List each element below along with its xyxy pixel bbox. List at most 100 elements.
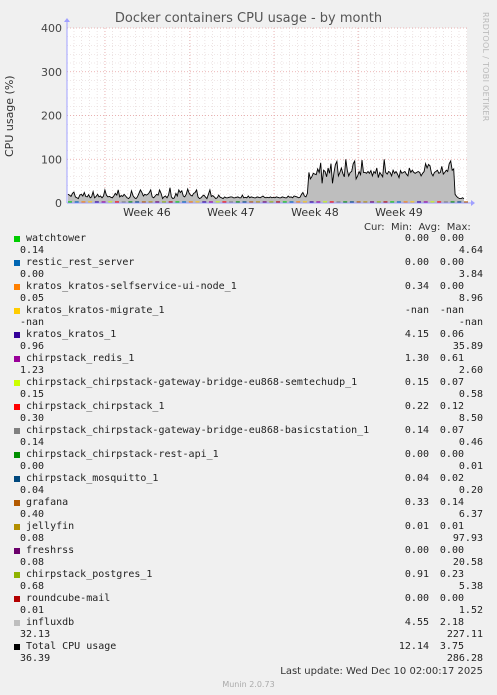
- legend-max: -nan: [458, 317, 483, 328]
- legend-swatch: [14, 236, 20, 242]
- legend-label: restic_rest_server: [26, 257, 135, 268]
- legend-label: chirpstack_postgres_1: [26, 569, 153, 580]
- legend-max: 227.11: [446, 629, 483, 640]
- legend-label: grafana: [26, 497, 69, 508]
- legend-max: 0.58: [458, 389, 483, 400]
- legend-label: kratos_kratos-selfservice-ui-node_1: [26, 281, 237, 292]
- x-tick-label: Week 47: [207, 206, 255, 219]
- legend-label: chirpstack_chirpstack-rest-api_1: [26, 449, 219, 460]
- legend-row: chirpstack_redis_1 1.30 0.61 1.23 2.60: [0, 353, 497, 377]
- legend-swatch: [14, 452, 20, 458]
- legend-row: chirpstack_chirpstack-gateway-bridge-eu8…: [0, 425, 497, 449]
- legend-min: 0.06: [439, 329, 464, 340]
- legend-swatch: [14, 380, 20, 386]
- legend-min: 0.00: [439, 257, 464, 268]
- legend-max: 0.20: [458, 485, 483, 496]
- legend-label: influxdb: [26, 617, 75, 628]
- legend-avg: 0.00: [20, 461, 45, 472]
- legend-row: grafana 0.33 0.14 0.40 6.37: [0, 497, 497, 521]
- legend-row: influxdb 4.55 2.18 32.13 227.11: [0, 617, 497, 641]
- y-tick-label: 400: [41, 22, 62, 35]
- legend-min: 0.00: [439, 593, 464, 604]
- legend-swatch: [14, 428, 20, 434]
- legend-swatch: [14, 332, 20, 338]
- legend-row: roundcube-mail 0.00 0.00 0.01 1.52: [0, 593, 497, 617]
- legend-max: 0.01: [458, 461, 483, 472]
- legend-row: kratos_kratos_1 4.15 0.06 0.96 35.89: [0, 329, 497, 353]
- legend-avg: 0.96: [20, 341, 45, 352]
- legend-swatch: [14, 356, 20, 362]
- legend-swatch: [14, 644, 20, 650]
- legend-swatch: [14, 524, 20, 530]
- legend-avg: 36.39: [20, 653, 51, 664]
- legend-avg: 0.04: [20, 485, 45, 496]
- legend-avg: -nan: [20, 317, 45, 328]
- legend-swatch: [14, 476, 20, 482]
- legend-min: 0.61: [439, 353, 464, 364]
- y-tick-label: 300: [41, 66, 62, 79]
- legend-row: kratos_kratos-selfservice-ui-node_1 0.34 0…: [0, 281, 497, 305]
- legend-swatch: [14, 620, 20, 626]
- legend-label: chirpstack_chirpstack-gateway-bridge-eu8…: [26, 425, 370, 436]
- y-tick-label: 100: [41, 153, 62, 166]
- legend-avg: 0.00: [20, 269, 45, 280]
- legend-avg: 0.08: [20, 533, 45, 544]
- legend-avg: 0.01: [20, 605, 45, 616]
- legend-row: kratos_kratos-migrate_1 -nan -nan -nan -nan: [0, 305, 497, 329]
- legend-label: kratos_kratos-migrate_1: [26, 305, 165, 316]
- legend-avg: 0.14: [20, 245, 45, 256]
- legend-swatch: [14, 572, 20, 578]
- legend-row: freshrss 0.00 0.00 0.08 20.58: [0, 545, 497, 569]
- munin-version: Munin 2.0.73: [222, 680, 275, 689]
- legend-swatch: [14, 260, 20, 266]
- legend-avg: 0.30: [20, 413, 45, 424]
- legend-row: chirpstack_chirpstack-gateway-bridge-eu8…: [0, 377, 497, 401]
- legend-max: 286.28: [446, 653, 483, 664]
- legend-label: watchtower: [26, 233, 87, 244]
- legend-min: 0.00: [439, 233, 464, 244]
- legend-label: chirpstack_mosquitto_1: [26, 473, 159, 484]
- legend-max: 97.93: [452, 533, 483, 544]
- legend-min: 0.14: [439, 497, 464, 508]
- legend-min: 2.18: [439, 617, 464, 628]
- legend-row: jellyfin 0.01 0.01 0.08 97.93: [0, 521, 497, 545]
- legend-min: 0.00: [439, 281, 464, 292]
- legend-max: 35.89: [452, 341, 483, 352]
- legend-row: restic_rest_server 0.00 0.00 0.00 3.84: [0, 257, 497, 281]
- legend-label: Total CPU usage: [26, 641, 117, 652]
- x-tick-label: Week 48: [291, 206, 339, 219]
- legend-label: chirpstack_redis_1: [26, 353, 135, 364]
- legend-swatch: [14, 548, 20, 554]
- legend-max: 20.58: [452, 557, 483, 568]
- legend-max: 2.60: [458, 365, 483, 376]
- legend-avg: 0.40: [20, 509, 45, 520]
- legend-min: 0.02: [439, 473, 464, 484]
- legend-row: chirpstack_postgres_1 0.91 0.23 0.68 5.38: [0, 569, 497, 593]
- legend-swatch: [14, 500, 20, 506]
- legend-max: 6.37: [458, 509, 483, 520]
- legend-avg: 0.14: [20, 437, 45, 448]
- legend-row: chirpstack_chirpstack_1 0.22 0.12 0.30 8.50: [0, 401, 497, 425]
- legend-max: 0.46: [458, 437, 483, 448]
- legend-row: Total CPU usage 12.14 3.75 36.39 286.28: [0, 641, 497, 665]
- legend-max: 3.84: [458, 269, 483, 280]
- legend-header: Cur: Min: Avg: Max:: [364, 222, 471, 233]
- legend-min: -nan: [439, 305, 464, 316]
- legend-label: roundcube-mail: [26, 593, 111, 604]
- legend-swatch: [14, 404, 20, 410]
- legend-min: 3.75: [439, 641, 464, 652]
- legend-max: 8.96: [458, 293, 483, 304]
- chart-plot: 0 100 200 300 400 Week 46 Week 47 Week 48 Week 4…: [41, 18, 475, 219]
- y-tick-label: 0: [55, 197, 62, 210]
- y-tick-label: 200: [41, 110, 62, 123]
- legend-max: 4.64: [458, 245, 483, 256]
- x-tick-label: Week 46: [123, 206, 171, 219]
- legend-avg: 1.23: [20, 365, 45, 376]
- y-axis-arrow: [64, 18, 70, 22]
- legend-max: 8.50: [458, 413, 483, 424]
- legend-avg: 0.08: [20, 557, 45, 568]
- legend-avg: 32.13: [20, 629, 51, 640]
- legend: watchtower 0.00 0.00 0.14 4.64 restic_rest_se…: [0, 233, 497, 665]
- legend-label: jellyfin: [26, 521, 75, 532]
- legend-label: chirpstack_chirpstack_1: [26, 401, 165, 412]
